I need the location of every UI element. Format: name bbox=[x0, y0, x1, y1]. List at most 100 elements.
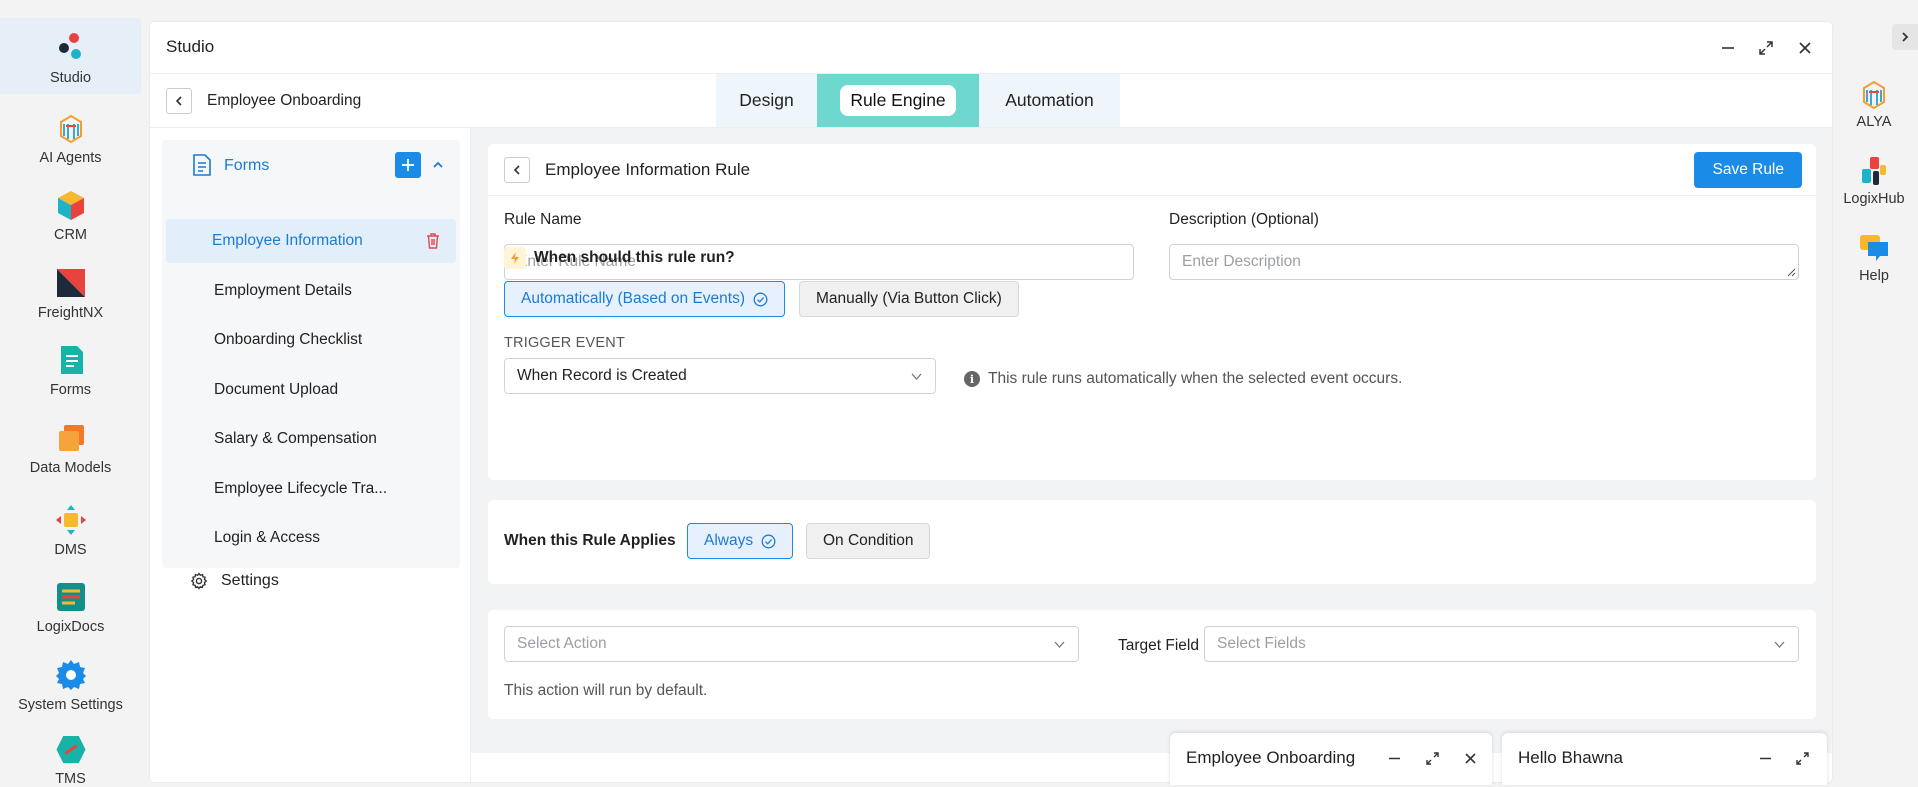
tab-bar: Design Rule Engine Automation bbox=[716, 74, 1120, 127]
dock-title: Hello Bhawna bbox=[1518, 748, 1623, 767]
option-automatic[interactable]: Automatically (Based on Events) bbox=[504, 281, 785, 317]
save-rule-button[interactable]: Save Rule bbox=[1694, 152, 1802, 188]
plus-icon bbox=[402, 159, 414, 171]
chevron-down-icon bbox=[1774, 641, 1785, 648]
rail-label: DMS bbox=[54, 542, 87, 558]
form-item-salary-compensation[interactable]: Salary & Compensation bbox=[168, 417, 456, 461]
rail-label: TMS bbox=[55, 771, 86, 787]
minimize-button[interactable] bbox=[1716, 36, 1740, 60]
chevron-left-icon bbox=[513, 165, 520, 175]
rail-item-crm[interactable]: CRM bbox=[0, 175, 141, 251]
rule-back-button[interactable] bbox=[504, 157, 530, 183]
action-select[interactable]: Select Action bbox=[504, 626, 1079, 662]
form-item-employment-details[interactable]: Employment Details bbox=[168, 269, 456, 313]
crm-icon bbox=[57, 191, 84, 220]
form-item-label: Document Upload bbox=[214, 381, 339, 398]
tab-design[interactable]: Design bbox=[716, 74, 817, 127]
form-item-label: Login & Access bbox=[214, 529, 320, 546]
tab-label: Automation bbox=[1005, 90, 1094, 110]
rail-item-studio[interactable]: Studio bbox=[0, 18, 141, 94]
dock-minimize-button[interactable] bbox=[1383, 747, 1405, 769]
tab-label: Design bbox=[739, 90, 794, 110]
form-item-employee-lifecycle[interactable]: Employee Lifecycle Tra... bbox=[168, 467, 456, 511]
form-item-document-upload[interactable]: Document Upload bbox=[168, 368, 456, 412]
trigger-event-select[interactable]: When Record is Created bbox=[504, 358, 936, 394]
rail-item-help[interactable]: Help bbox=[1830, 232, 1918, 284]
close-icon bbox=[1464, 752, 1476, 764]
collapse-rail-button[interactable] bbox=[1892, 24, 1918, 50]
rail-label: LogixHub bbox=[1843, 191, 1905, 207]
option-manual[interactable]: Manually (Via Button Click) bbox=[799, 281, 1019, 317]
rail-label: LogixDocs bbox=[36, 619, 105, 635]
rule-details-card: Employee Information Rule Save Rule Rule… bbox=[488, 144, 1816, 480]
tms-icon bbox=[55, 735, 86, 764]
trigger-info: i This rule runs automatically when the … bbox=[964, 370, 1402, 388]
rail-item-forms[interactable]: Forms bbox=[0, 330, 141, 406]
collapse-forms-button[interactable] bbox=[428, 155, 448, 175]
settings-link[interactable]: Settings bbox=[190, 572, 279, 590]
form-item-label: Employee Information bbox=[212, 232, 363, 249]
option-label: Always bbox=[704, 532, 754, 549]
form-item-login-access[interactable]: Login & Access bbox=[168, 516, 456, 560]
description-input[interactable] bbox=[1169, 244, 1799, 280]
chevron-down-icon bbox=[911, 373, 922, 380]
rail-label: FreightNX bbox=[37, 305, 104, 321]
dock-close-button[interactable] bbox=[1459, 747, 1481, 769]
tab-rule-engine[interactable]: Rule Engine bbox=[817, 74, 979, 127]
back-button[interactable] bbox=[166, 88, 192, 114]
form-item-employee-information[interactable]: Employee Information bbox=[166, 219, 456, 263]
logixdocs-icon bbox=[56, 583, 85, 611]
rail-item-logixhub[interactable]: LogixHub bbox=[1830, 155, 1918, 207]
chevron-up-icon bbox=[433, 161, 443, 168]
rail-item-logixdocs[interactable]: LogixDocs bbox=[0, 567, 141, 643]
rail-label: System Settings bbox=[18, 697, 123, 713]
dock-hello-bhawna[interactable]: Hello Bhawna bbox=[1502, 733, 1827, 785]
chevron-right-icon bbox=[1902, 32, 1909, 42]
expand-icon bbox=[1759, 41, 1773, 55]
expand-button[interactable] bbox=[1754, 36, 1778, 60]
window-title: Studio bbox=[166, 37, 215, 56]
rail-item-freightnx[interactable]: FreightNX bbox=[0, 253, 141, 329]
resize-handle-icon[interactable] bbox=[1787, 268, 1796, 277]
add-form-button[interactable] bbox=[395, 152, 421, 178]
check-circle-icon bbox=[761, 534, 776, 549]
rail-item-system-settings[interactable]: System Settings bbox=[0, 645, 141, 721]
expand-icon bbox=[1795, 751, 1809, 765]
option-always[interactable]: Always bbox=[687, 523, 794, 559]
minimize-icon bbox=[1388, 757, 1400, 759]
close-button[interactable] bbox=[1793, 36, 1817, 60]
dms-icon bbox=[55, 505, 86, 535]
trigger-event-value: When Record is Created bbox=[517, 367, 687, 384]
dock-expand-button[interactable] bbox=[1791, 747, 1813, 769]
form-item-onboarding-checklist[interactable]: Onboarding Checklist bbox=[168, 318, 456, 362]
rail-item-dms[interactable]: DMS bbox=[0, 490, 141, 566]
target-field-placeholder: Select Fields bbox=[1217, 635, 1306, 652]
option-on-condition[interactable]: On Condition bbox=[806, 523, 931, 559]
option-label: Manually (Via Button Click) bbox=[816, 290, 1002, 307]
dock-minimize-button[interactable] bbox=[1754, 747, 1776, 769]
trigger-info-text: This rule runs automatically when the se… bbox=[988, 370, 1403, 387]
close-icon bbox=[1799, 42, 1811, 54]
description-label: Description (Optional) bbox=[1169, 211, 1319, 228]
sub-header: Employee Onboarding Design Rule Engine A… bbox=[150, 74, 1832, 128]
chevron-left-icon bbox=[175, 96, 182, 106]
target-field-select[interactable]: Select Fields bbox=[1204, 626, 1799, 662]
tab-automation[interactable]: Automation bbox=[979, 74, 1120, 127]
top-strip bbox=[0, 0, 1918, 6]
form-item-label: Employee Lifecycle Tra... bbox=[214, 480, 388, 497]
applies-label: When this Rule Applies bbox=[504, 532, 676, 549]
dock-title: Employee Onboarding bbox=[1186, 748, 1356, 767]
check-circle-icon bbox=[753, 292, 768, 307]
trash-icon[interactable] bbox=[424, 232, 442, 250]
rail-item-tms[interactable]: TMS bbox=[0, 723, 141, 787]
dock-employee-onboarding[interactable]: Employee Onboarding bbox=[1170, 733, 1492, 785]
forms-header: Forms bbox=[162, 140, 460, 192]
document-icon bbox=[193, 154, 211, 176]
rail-item-data-models[interactable]: Data Models bbox=[0, 408, 141, 484]
ai-agents-icon bbox=[59, 114, 82, 144]
rail-item-ai-agents[interactable]: AI Agents bbox=[0, 98, 141, 174]
rail-item-alya[interactable]: ALYA bbox=[1830, 78, 1918, 130]
dock-expand-button[interactable] bbox=[1421, 747, 1443, 769]
minimize-icon bbox=[1759, 757, 1771, 759]
help-icon bbox=[1860, 235, 1888, 261]
